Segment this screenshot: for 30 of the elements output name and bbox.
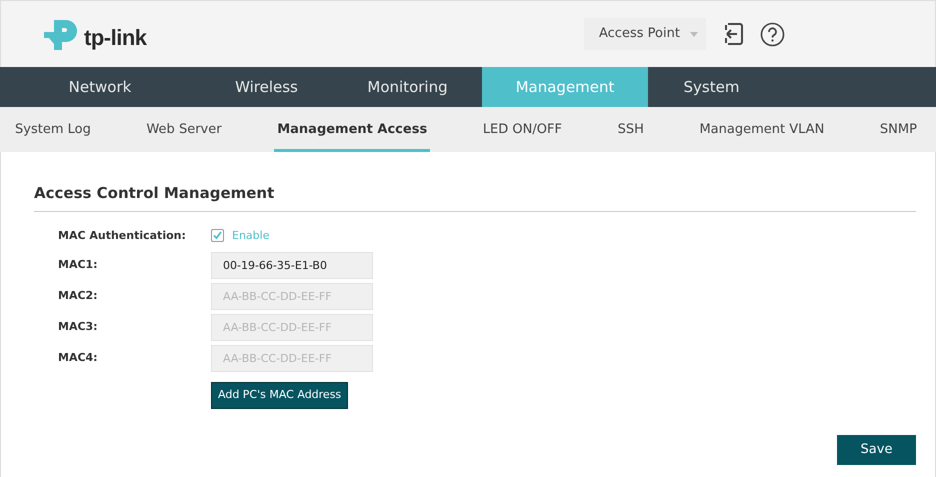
sub-tab[interactable]: LED ON/OFF — [480, 107, 565, 152]
mac-input-field[interactable]: AA-BB-CC-DD-EE-FF — [211, 314, 373, 341]
field-label: MAC3: — [58, 319, 99, 336]
sub-tab[interactable]: Web Server — [143, 107, 225, 152]
field-label: MAC4: — [58, 350, 99, 366]
mac-input-field[interactable]: 00-19-66-35-E1-B0 — [211, 252, 373, 279]
logout-icon[interactable] — [722, 22, 744, 46]
field-label: MAC Authentication: — [58, 228, 187, 244]
nav-tab[interactable]: Monitoring — [333, 67, 482, 107]
checkbox-label: Enable — [232, 228, 270, 244]
caret-icon — [690, 32, 698, 36]
nav-tab[interactable]: System — [648, 67, 775, 107]
nav-tab[interactable]: Network — [0, 67, 200, 107]
sub-tab[interactable]: System Log — [12, 107, 94, 152]
nav-tab[interactable]: Wireless — [200, 67, 333, 107]
sub-tab[interactable]: SSH — [614, 107, 647, 152]
section-title: Access Control Management — [34, 182, 916, 212]
sub-tab[interactable]: Management VLAN — [696, 107, 828, 152]
logo-text: tp-link — [84, 24, 146, 52]
mac-input-field[interactable]: AA-BB-CC-DD-EE-FF — [211, 345, 373, 372]
field-label: MAC1: — [58, 257, 99, 274]
sub-tab[interactable]: SNMP — [876, 107, 920, 152]
sub-tab[interactable]: Management Access — [274, 107, 430, 152]
help-icon[interactable] — [760, 22, 785, 46]
mode-select[interactable]: Access Point — [584, 18, 706, 50]
mac-input-field[interactable]: AA-BB-CC-DD-EE-FF — [211, 283, 373, 310]
enable-checkbox[interactable] — [211, 229, 224, 242]
save-button[interactable]: Save — [837, 435, 916, 465]
add-mac-button[interactable]: Add PC's MAC Address — [211, 382, 348, 408]
field-label: MAC2: — [58, 288, 99, 304]
